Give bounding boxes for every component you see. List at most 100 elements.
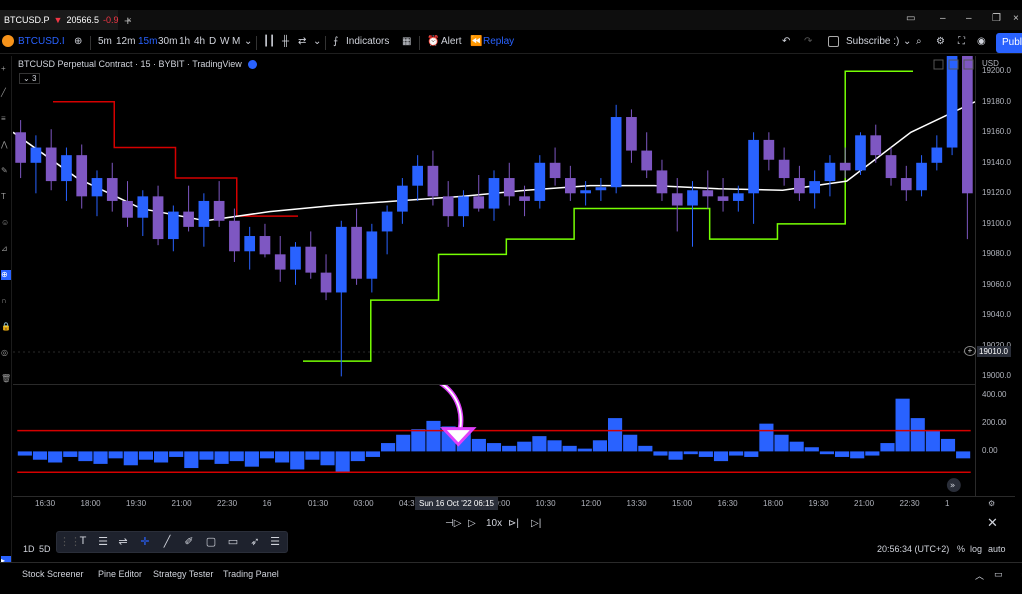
tab-pine-editor[interactable]: Pine Editor [98,569,142,579]
interval-d[interactable]: D [209,36,216,47]
window-maximize-button[interactable]: ❐ [992,13,1001,24]
icons-icon[interactable]: ☺ [1,218,11,228]
line-type-icon[interactable]: ⇄ [298,36,306,47]
step-forward-icon[interactable]: ⊳| [508,518,519,529]
crosshair-icon[interactable]: + [1,64,11,74]
trend-line-icon[interactable]: ╱ [1,88,11,98]
auto-toggle[interactable]: auto [988,544,1006,554]
cast-icon[interactable]: ▭ [906,13,915,24]
oscillator-bar [63,451,78,457]
replay-speed-button[interactable]: 10x [486,518,502,529]
oscillator-pane[interactable]: » [13,384,975,496]
layout-square-icon[interactable] [828,36,839,47]
chevron-down-icon[interactable]: ⌄ [903,36,911,47]
oscillator-bar [683,451,698,455]
clock-timezone[interactable]: 20:56:34 (UTC+2) [877,544,949,554]
time-axis-label: 15:00 [672,499,693,508]
zoom-icon[interactable]: ⊕ [1,270,11,280]
interval-m[interactable]: M [232,36,240,47]
text-icon[interactable]: T [1,192,11,202]
browser-tab[interactable]: BTCUSD.P ▼ 20566.5 -0.9 × [0,10,132,30]
chevron-up-icon[interactable]: ︿ [975,569,984,582]
candle-body [488,178,500,209]
interval-w[interactable]: W [220,36,229,47]
time-axis-label: 01:30 [308,499,329,508]
bar-type-icon[interactable]: ╫ [282,36,289,47]
interval-30m[interactable]: 30m [158,36,177,47]
undo-icon[interactable]: ↶ [782,36,790,47]
log-toggle[interactable]: log [970,544,982,554]
oscillator-bar [17,451,32,456]
settings-icon[interactable]: ⚙ [988,499,995,508]
interval-4h[interactable]: 4h [194,36,205,47]
magnet-icon[interactable]: ∩ [1,296,11,306]
replay-button[interactable]: Replay [483,36,514,47]
price-chart[interactable] [13,56,975,384]
time-axis-label: 12:00 [581,499,602,508]
window-minimize-button[interactable]: – [966,13,972,24]
replay-select-bar-icon[interactable]: ⊣▷ [445,518,461,529]
percent-toggle[interactable]: % [957,544,965,554]
interval-15m[interactable]: 15m [138,36,157,47]
alert-button[interactable]: Alert [441,36,462,47]
compare-add-icon[interactable]: ⊕ [74,36,82,47]
oscillator-bar [290,451,305,470]
indicators-button[interactable]: Indicators [346,36,389,47]
search-icon[interactable]: ⌕ [916,36,922,47]
maximize-panel-icon[interactable]: ▭ [994,569,1003,580]
symbol-search-button[interactable]: BTCUSD.I [18,36,65,47]
interval-1h[interactable]: 1h [179,36,190,47]
price-axis[interactable]: USD 19200.0 19180.0 19160.0 19140.0 19120.0 1… [975,56,1015,496]
tab-change-arrow: ▼ [53,15,63,25]
oscillator-bar [305,451,320,460]
jump-to-realtime-icon[interactable]: ▷| [531,518,541,529]
oscillator-bar [486,443,502,452]
candle-body [198,200,210,227]
candle-body [15,132,26,163]
tab-strategy-tester[interactable]: Strategy Tester [153,569,213,579]
tab-trading-panel[interactable]: Trading Panel [223,569,279,579]
play-icon[interactable]: ▷ [468,518,476,529]
chevron-down-icon[interactable]: ⌄ [313,36,321,47]
candle-body [916,162,927,191]
oscillator-bar [940,438,956,452]
interval-5m[interactable]: 5m [98,36,112,47]
minimize-icon[interactable]: – [940,13,946,24]
indicators-icon[interactable]: ⨍ [333,36,338,47]
new-tab-button[interactable]: + [124,13,132,28]
add-price-plus-icon[interactable]: + [964,346,976,356]
trash-icon[interactable]: 🗑 [1,374,11,384]
redo-icon[interactable]: ↷ [804,36,812,47]
oscillator-bar [275,451,290,463]
time-axis[interactable]: 16:30 18:00 19:30 21:00 22:30 16 01:30 03:00 04:… [13,496,1015,510]
price-axis-label: 19180.0 [982,96,1011,106]
layout-name-button[interactable]: Subscribe :) [846,36,899,47]
publish-button[interactable]: Publi [996,33,1022,53]
candle-body [305,246,317,273]
candle-body [610,117,622,188]
candle-body [809,181,821,194]
alarm-clock-icon[interactable]: ⏰ [427,36,439,47]
eye-icon[interactable]: ◎ [1,348,11,358]
oscillator-bar [713,451,729,462]
oscillator-bar [108,451,123,459]
candle-type-icon[interactable]: ┃┃ [263,36,275,47]
fib-icon[interactable]: ≡ [1,114,11,124]
window-close-button[interactable]: × [1013,13,1019,24]
range-1d[interactable]: 1D [23,544,35,554]
pattern-icon[interactable]: ⋀ [1,140,11,150]
camera-icon[interactable]: ◉ [977,36,986,47]
templates-grid-icon[interactable]: ▦ [402,36,411,47]
interval-12m[interactable]: 12m [116,36,135,47]
fullscreen-icon[interactable]: ⛶ [958,36,965,47]
tab-stock-screener[interactable]: Stock Screener [22,569,84,579]
chevron-down-icon[interactable]: ⌄ [244,36,252,47]
brush-icon[interactable]: ✎ [1,166,11,176]
range-5d[interactable]: 5D [39,544,51,554]
lock-icon[interactable]: 🔒 [1,322,11,332]
replay-icon[interactable]: ⏪ [470,36,482,47]
gear-icon[interactable]: ⚙ [936,36,945,47]
ruler-icon[interactable]: ⊿ [1,244,11,254]
close-replay-icon[interactable]: ✕ [987,515,998,531]
price-axis-label: 19040.0 [982,310,1011,320]
